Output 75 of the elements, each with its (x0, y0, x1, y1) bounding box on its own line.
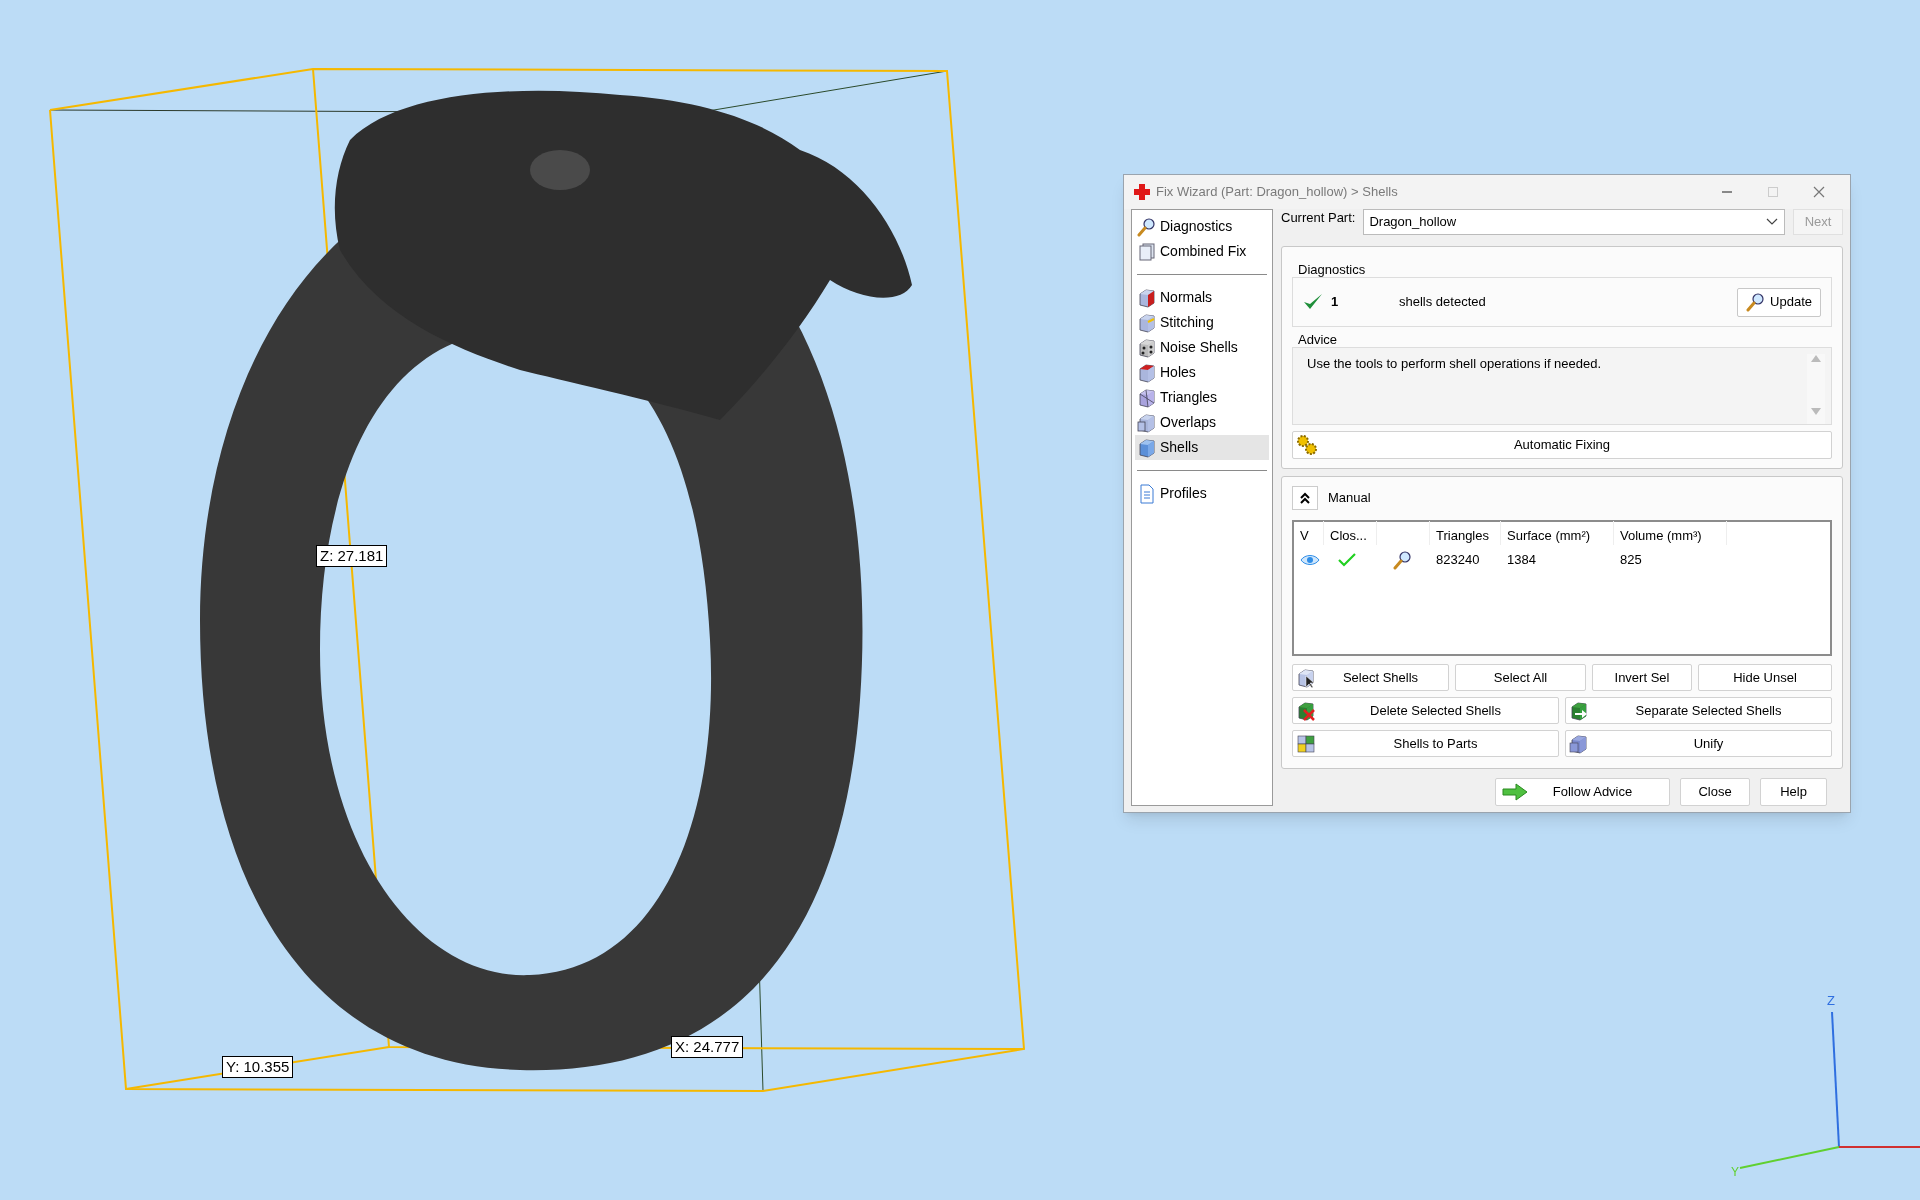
sidebar-item[interactable]: Triangles (1135, 385, 1269, 410)
cube-with-cursor-icon (1296, 668, 1316, 688)
cube-blocks-icon (1296, 734, 1316, 754)
document-icon (1137, 483, 1157, 504)
group-heading: Advice (1298, 333, 1339, 347)
wireframe-cube-icon (1137, 387, 1157, 408)
shell-tool-button[interactable]: Select All (1455, 664, 1586, 691)
magnifier-icon (1137, 216, 1157, 237)
chevron-down-icon (1766, 218, 1778, 226)
plus-cross-icon (1134, 184, 1150, 200)
sidebar-item[interactable]: Normals (1135, 285, 1269, 310)
shell-tool-button[interactable]: Unify (1565, 730, 1832, 757)
shell-tool-button[interactable]: Select Shells (1292, 664, 1449, 691)
column-header[interactable]: Triangles (1430, 521, 1501, 545)
magnifier-icon (1393, 550, 1413, 570)
table-cell-text: 1384 (1506, 551, 1537, 570)
cube-icon (1137, 312, 1157, 333)
axis-label: Y (1731, 1166, 1739, 1178)
dimension-label: Z: 27.181 (316, 545, 388, 567)
cube-with-x-icon (1296, 701, 1316, 721)
current-part-dropdown[interactable]: Dragon_hollow (1363, 209, 1785, 235)
sidebar-item[interactable]: Stitching (1135, 310, 1269, 335)
dimension-label: Y: 10.355 (222, 1056, 294, 1078)
overlapping-cubes-icon (1137, 412, 1157, 433)
shell-count: 1 (1331, 293, 1340, 312)
diagnostics-message: shells detected (1399, 293, 1487, 312)
minimize-icon (1722, 191, 1732, 193)
shell-tool-button[interactable]: Shells to Parts (1292, 730, 1559, 757)
advice-text: Use the tools to perform shell operations if needed. (1307, 355, 1603, 373)
shell-tool-button[interactable]: Delete Selected Shells (1292, 697, 1559, 724)
sidebar-item[interactable]: Noise Shells (1135, 335, 1269, 360)
collapse-toggle[interactable] (1292, 486, 1318, 510)
section-label: Manual (1328, 489, 1371, 508)
sidebar-item[interactable]: Holes (1135, 360, 1269, 385)
column-header[interactable]: Volume (mm³) (1614, 521, 1727, 545)
maximize-icon (1765, 184, 1781, 200)
cube-icon (1137, 287, 1157, 308)
double-chevron-up-icon (1299, 492, 1311, 504)
magnifier-icon (1746, 292, 1767, 312)
dialog-button[interactable]: Help (1760, 778, 1827, 806)
zoom-to-shell-button[interactable] (1393, 550, 1413, 570)
shell-tool-button[interactable]: Invert Sel (1592, 664, 1692, 691)
cube-icon (1137, 362, 1157, 383)
column-header[interactable]: Surface (mm²) (1501, 521, 1614, 545)
dotted-cube-icon (1137, 337, 1157, 358)
dialog-button[interactable]: Close (1680, 778, 1750, 806)
gears-icon (1296, 434, 1318, 456)
table-cell-text: 823240 (1435, 551, 1481, 570)
stacked-pages-icon (1137, 241, 1157, 262)
column-header[interactable]: V (1294, 521, 1324, 545)
sidebar-item[interactable]: Combined Fix (1135, 239, 1269, 264)
cube-with-arrow-icon (1569, 701, 1589, 721)
update-button[interactable]: Update (1737, 287, 1821, 317)
sidebar-item[interactable]: Shells (1135, 435, 1269, 460)
window-title: Fix Wizard (Part: Dragon_hollow) > Shells (1156, 183, 1399, 202)
close-icon (1811, 184, 1827, 200)
solid-cube-icon (1137, 437, 1157, 458)
column-header[interactable]: Clos... (1324, 521, 1377, 545)
table-cell-text: 825 (1619, 551, 1643, 570)
automatic-fixing-button[interactable]: Automatic Fixing (1292, 431, 1832, 459)
shell-tool-button[interactable]: Hide Unsel (1698, 664, 1832, 691)
joined-cubes-icon (1569, 734, 1589, 754)
field-label: Current Part: (1281, 209, 1356, 228)
axis-label: Z (1827, 994, 1835, 1007)
sidebar-item[interactable]: Diagnostics (1135, 214, 1269, 239)
arrow-right-icon (1502, 782, 1528, 802)
scrollbar[interactable] (1807, 354, 1825, 424)
sidebar-item[interactable]: Profiles (1135, 481, 1269, 506)
group-heading: Diagnostics (1298, 263, 1367, 277)
scroll-up-icon (1811, 354, 1821, 362)
shell-tool-button[interactable]: Separate Selected Shells (1565, 697, 1832, 724)
dimension-label: X: 24.777 (671, 1036, 744, 1058)
sidebar-item[interactable]: Overlaps (1135, 410, 1269, 435)
dialog-button[interactable]: Follow Advice (1495, 778, 1670, 806)
scroll-down-icon (1811, 408, 1821, 416)
